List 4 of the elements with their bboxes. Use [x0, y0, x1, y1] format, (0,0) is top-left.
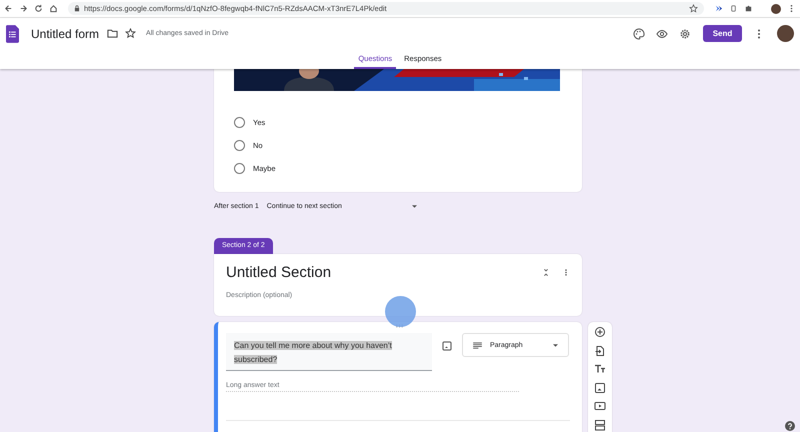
question-title-field[interactable]: Can you tell me more about why you haven’t subscribed? — [226, 333, 432, 371]
send-button[interactable]: Send — [703, 25, 742, 42]
section-title[interactable]: Untitled Section — [226, 264, 530, 281]
form-title[interactable]: Untitled form — [31, 26, 100, 40]
